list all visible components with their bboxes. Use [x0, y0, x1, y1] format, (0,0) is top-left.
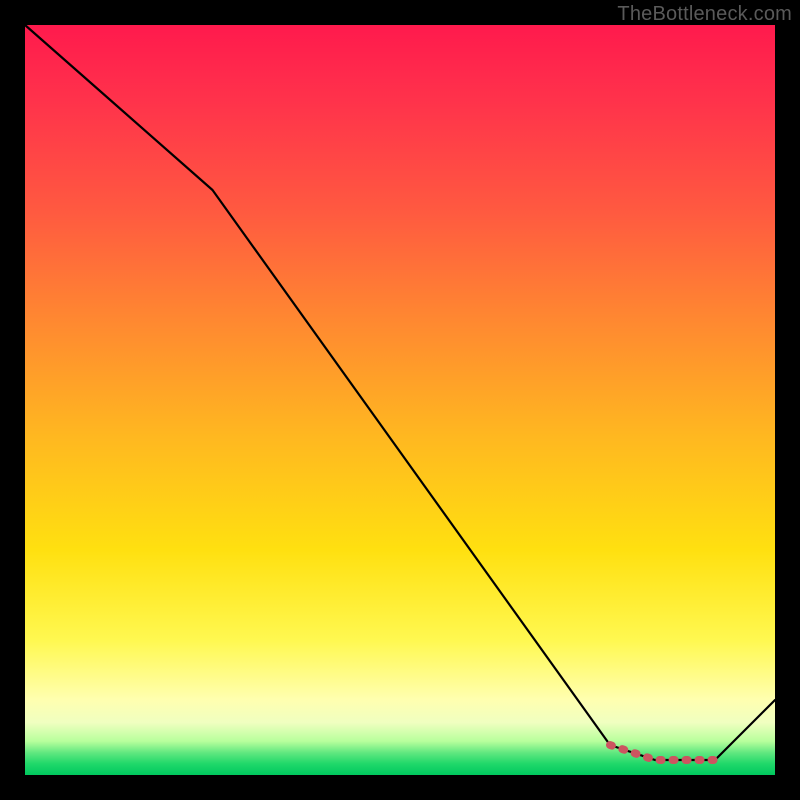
chart-overlay — [25, 25, 775, 775]
highlight-low-segment — [610, 745, 715, 760]
watermark-text: TheBottleneck.com — [617, 3, 792, 26]
bottleneck-curve — [25, 25, 775, 760]
chart-stage: TheBottleneck.com — [0, 0, 800, 800]
